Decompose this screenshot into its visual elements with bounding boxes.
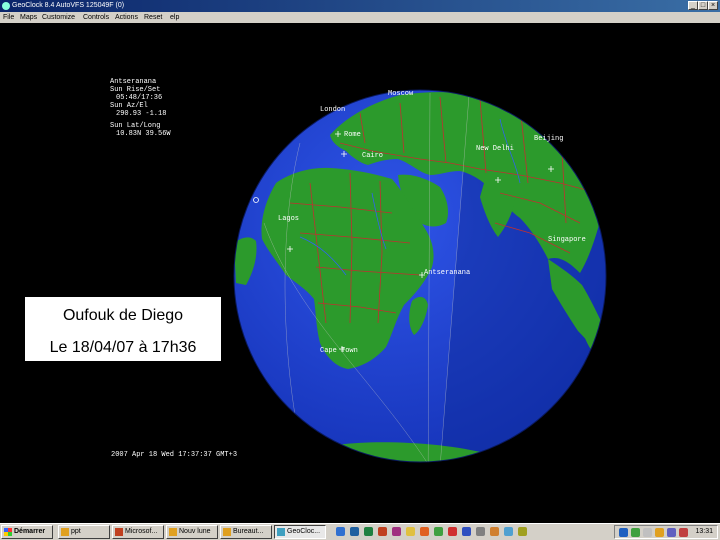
globe-map[interactable] bbox=[0, 23, 720, 523]
quicklaunch-outlook-icon[interactable] bbox=[406, 527, 415, 536]
menu-actions[interactable]: Actions bbox=[115, 12, 138, 23]
info-sun-lat-long-label: Sun Lat/Long bbox=[110, 122, 161, 130]
quicklaunch-app-icon[interactable] bbox=[476, 527, 485, 536]
task-nouv-lune[interactable]: Nouv lune bbox=[166, 525, 218, 539]
powerpoint-icon bbox=[115, 528, 123, 536]
quicklaunch-access-icon[interactable] bbox=[392, 527, 401, 536]
quicklaunch-app-icon[interactable] bbox=[518, 527, 527, 536]
menu-reset[interactable]: Reset bbox=[144, 12, 162, 23]
folder-icon bbox=[61, 528, 69, 536]
tray-app-icon[interactable] bbox=[655, 528, 664, 537]
quicklaunch-app-icon[interactable] bbox=[504, 527, 513, 536]
quicklaunch-app-icon[interactable] bbox=[448, 527, 457, 536]
label-singapore: Singapore bbox=[548, 236, 586, 244]
tray-volume-icon[interactable] bbox=[643, 528, 652, 537]
info-sun-az-el: 290.93 -1.18 bbox=[116, 110, 167, 118]
label-cairo: Cairo bbox=[362, 152, 384, 160]
task-bureautique[interactable]: Bureaut... bbox=[220, 525, 272, 539]
info-sun-lat-long: 10.83N 39.56W bbox=[116, 130, 171, 138]
task-microsoft[interactable]: Microsof... bbox=[112, 525, 164, 539]
tray-app-icon[interactable] bbox=[679, 528, 688, 537]
caption-box: Oufouk de Diego Le 18/04/07 à 17h36 bbox=[24, 296, 222, 362]
quicklaunch-app-icon[interactable] bbox=[462, 527, 471, 536]
minimize-button[interactable]: _ bbox=[688, 1, 698, 10]
label-beijing: Beijing bbox=[534, 135, 564, 143]
quicklaunch-word-icon[interactable] bbox=[350, 527, 359, 536]
geoclock-app-icon bbox=[2, 2, 10, 10]
tray-app-icon[interactable] bbox=[667, 528, 676, 537]
label-london: London bbox=[320, 106, 346, 114]
task-label: Nouv lune bbox=[179, 528, 211, 535]
folder-icon bbox=[169, 528, 177, 536]
caption-title: Oufouk de Diego bbox=[62, 307, 184, 324]
label-lagos: Lagos bbox=[278, 215, 300, 223]
window-title: GeoClock 8.4 AutoVFS 125049F (0) bbox=[12, 2, 125, 9]
caption-date: Le 18/04/07 à 17h36 bbox=[49, 339, 197, 356]
close-button[interactable]: × bbox=[708, 1, 718, 10]
info-sun-rise-set: 05:48/17:36 bbox=[116, 94, 163, 102]
task-label: ppt bbox=[71, 528, 81, 535]
tray-antivirus-icon[interactable] bbox=[631, 528, 640, 537]
quicklaunch-powerpoint-icon[interactable] bbox=[378, 527, 387, 536]
menu-bar: File Maps Customize Controls Actions Res… bbox=[0, 12, 720, 23]
start-label: Démarrer bbox=[14, 528, 46, 535]
quicklaunch-excel-icon[interactable] bbox=[364, 527, 373, 536]
label-antseranana: Antseranana bbox=[424, 269, 471, 277]
task-geoclock[interactable]: GeoCloc... bbox=[274, 525, 326, 539]
task-label: GeoCloc... bbox=[287, 528, 321, 535]
info-sun-az-el-label: Sun Az/El bbox=[110, 102, 148, 110]
quicklaunch-app-icon[interactable] bbox=[490, 527, 499, 536]
folder-icon bbox=[223, 528, 231, 536]
info-sun-rise-set-label: Sun Rise/Set bbox=[110, 86, 161, 94]
maximize-button[interactable]: □ bbox=[698, 1, 708, 10]
menu-help[interactable]: elp bbox=[170, 12, 179, 23]
label-moscow: Moscow bbox=[388, 90, 414, 98]
menu-maps[interactable]: Maps bbox=[20, 12, 37, 23]
geoclock-icon bbox=[277, 528, 285, 536]
taskbar: Démarrer ppt Microsof... Nouv lune Burea… bbox=[0, 523, 720, 540]
quicklaunch-app-icon[interactable] bbox=[434, 527, 443, 536]
menu-file[interactable]: File bbox=[3, 12, 14, 23]
task-ppt[interactable]: ppt bbox=[58, 525, 110, 539]
menu-controls[interactable]: Controls bbox=[83, 12, 109, 23]
window-title-bar[interactable]: GeoClock 8.4 AutoVFS 125049F (0) _ □ × bbox=[0, 0, 720, 12]
windows-logo-icon bbox=[4, 528, 12, 536]
task-label: Bureaut... bbox=[233, 528, 264, 535]
map-viewport[interactable]: Antseranana Sun Rise/Set 05:48/17:36 Sun… bbox=[0, 23, 720, 523]
task-label: Microsof... bbox=[125, 528, 158, 535]
quicklaunch-media-icon[interactable] bbox=[420, 527, 429, 536]
label-cape-town: Cape Town bbox=[320, 347, 358, 355]
menu-customize[interactable]: Customize bbox=[42, 12, 75, 23]
info-place: Antseranana bbox=[110, 78, 157, 86]
label-rome: Rome bbox=[344, 131, 361, 139]
quicklaunch-ie-icon[interactable] bbox=[336, 527, 345, 536]
tray-network-icon[interactable] bbox=[619, 528, 628, 537]
start-button[interactable]: Démarrer bbox=[1, 525, 53, 539]
system-tray: 13:31 bbox=[614, 525, 718, 539]
label-new-delhi: New Delhi bbox=[476, 145, 514, 153]
tray-clock[interactable]: 13:31 bbox=[695, 526, 713, 538]
timestamp: 2007 Apr 18 Wed 17:37:37 GMT+3 bbox=[111, 451, 238, 459]
